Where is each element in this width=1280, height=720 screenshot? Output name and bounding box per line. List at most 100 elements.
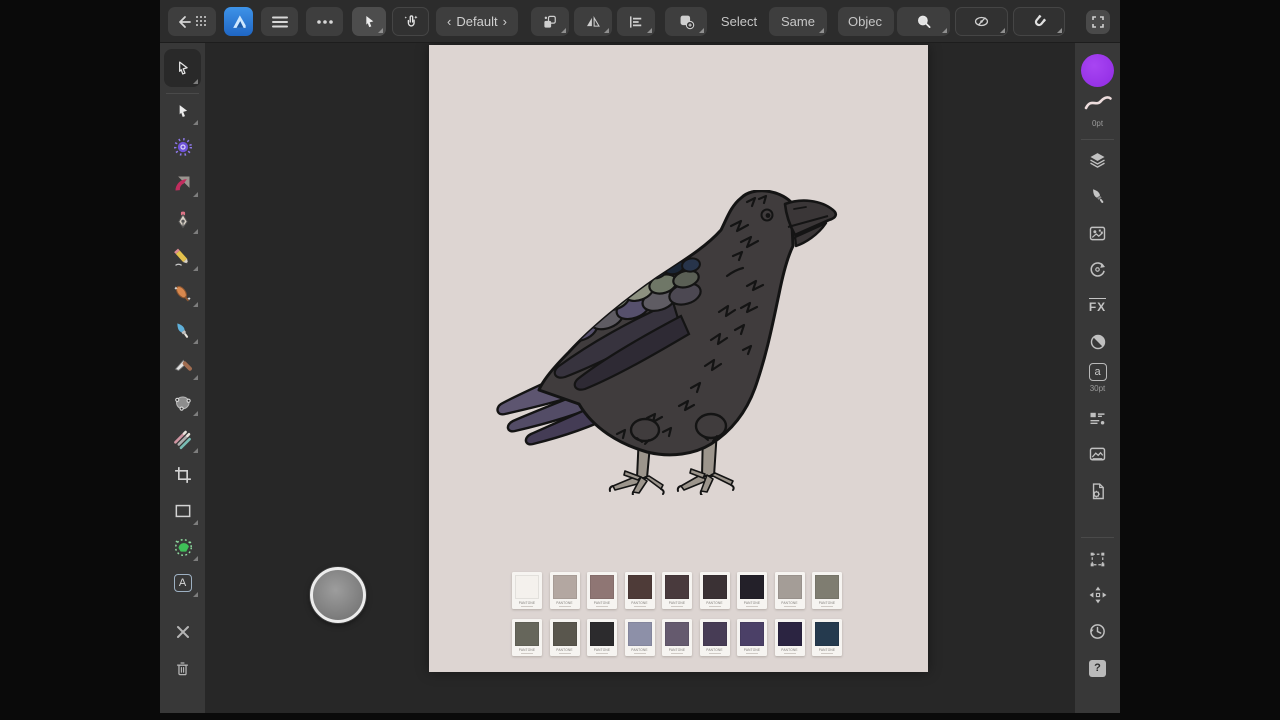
swatch-card-label: PANTONE bbox=[706, 601, 723, 605]
tool-move-selected[interactable] bbox=[164, 49, 201, 87]
pantone-swatch-card[interactable]: PANTONE bbox=[587, 619, 617, 656]
swatch-card-subtext bbox=[671, 606, 683, 608]
pantone-swatch-card[interactable]: PANTONE bbox=[662, 619, 692, 656]
panel-paragraph[interactable] bbox=[1079, 401, 1116, 435]
text-tool-glyph: A bbox=[174, 574, 192, 592]
pantone-swatch-card[interactable]: PANTONE bbox=[662, 572, 692, 609]
move-tool-button[interactable] bbox=[352, 7, 386, 36]
history-clock-icon bbox=[1087, 621, 1108, 642]
panel-brushes[interactable] bbox=[1079, 179, 1116, 213]
tool-paint-brush[interactable] bbox=[164, 313, 201, 347]
panel-transform-sync[interactable] bbox=[1079, 252, 1116, 286]
panel-navigator[interactable] bbox=[1079, 578, 1116, 612]
preset-selector[interactable]: ‹ Default › bbox=[436, 7, 518, 36]
panel-pixel-adjust[interactable] bbox=[1079, 216, 1116, 250]
select-object-button[interactable]: Objec bbox=[838, 7, 894, 36]
view-mode-button[interactable] bbox=[955, 7, 1008, 36]
panel-tone-adjust[interactable] bbox=[1079, 325, 1116, 359]
tool-corner[interactable] bbox=[164, 130, 201, 164]
swatch-card-subtext bbox=[746, 606, 758, 608]
tone-circle-icon bbox=[1088, 332, 1108, 352]
panel-transform[interactable] bbox=[1079, 542, 1116, 576]
panel-document-settings[interactable] bbox=[1079, 474, 1116, 508]
character-a-icon: a bbox=[1089, 363, 1107, 381]
corner-gear-icon bbox=[172, 136, 194, 158]
swatch-color-chip bbox=[515, 575, 539, 599]
flip-horizontal-button[interactable] bbox=[574, 7, 612, 36]
insert-shape-button[interactable] bbox=[665, 7, 707, 36]
tool-pixel-pencils[interactable] bbox=[164, 422, 201, 456]
tool-knife[interactable] bbox=[164, 349, 201, 383]
panel-layers[interactable] bbox=[1079, 143, 1116, 177]
menu-button[interactable] bbox=[261, 7, 298, 36]
stroke-style-button[interactable] bbox=[1079, 91, 1116, 115]
preset-next-icon[interactable]: › bbox=[503, 14, 507, 29]
tool-pen[interactable] bbox=[164, 203, 201, 237]
left-black-bar bbox=[0, 0, 160, 720]
close-tools-button[interactable] bbox=[164, 615, 201, 649]
select-menu[interactable]: Select bbox=[716, 7, 762, 36]
fill-color-well[interactable] bbox=[1079, 51, 1116, 89]
affinity-app-button[interactable] bbox=[224, 7, 253, 36]
quick-menu-circle-button[interactable] bbox=[310, 567, 366, 623]
artboard-canvas[interactable]: PANTONEPANTONEPANTONEPANTONEPANTONEPANTO… bbox=[429, 45, 928, 672]
snapping-button[interactable] bbox=[1013, 7, 1065, 36]
object-label: Objec bbox=[848, 14, 882, 29]
pantone-swatch-card[interactable]: PANTONE bbox=[512, 572, 542, 609]
tool-artistic-text[interactable]: A bbox=[164, 566, 201, 600]
pantone-swatch-card[interactable]: PANTONE bbox=[812, 572, 842, 609]
swatch-card-label: PANTONE bbox=[706, 648, 723, 652]
panel-character[interactable]: a bbox=[1079, 359, 1116, 385]
tool-fill-mesh[interactable] bbox=[164, 385, 201, 419]
back-home-button[interactable] bbox=[168, 7, 216, 36]
swatch-color-chip bbox=[740, 575, 764, 599]
tool-rectangle[interactable] bbox=[164, 494, 201, 528]
duplicate-button[interactable] bbox=[531, 7, 569, 36]
more-options-button[interactable] bbox=[306, 7, 343, 36]
pantone-swatch-card[interactable]: PANTONE bbox=[775, 572, 805, 609]
swatch-card-subtext bbox=[634, 653, 646, 655]
tool-node[interactable] bbox=[164, 94, 201, 128]
tool-crop[interactable] bbox=[164, 458, 201, 492]
pantone-swatch-card[interactable]: PANTONE bbox=[550, 572, 580, 609]
fullscreen-button[interactable] bbox=[1086, 10, 1110, 34]
panel-swatches-media[interactable] bbox=[1079, 437, 1116, 471]
zoom-button[interactable] bbox=[897, 7, 950, 36]
pixel-adjust-icon bbox=[1087, 223, 1108, 244]
swatch-card-label: PANTONE bbox=[744, 601, 761, 605]
align-button[interactable] bbox=[617, 7, 655, 36]
pantone-swatch-card[interactable]: PANTONE bbox=[625, 572, 655, 609]
pantone-swatch-card[interactable]: PANTONE bbox=[550, 619, 580, 656]
help-button[interactable]: ? bbox=[1079, 651, 1116, 685]
magnifier-icon bbox=[915, 13, 933, 31]
touch-gesture-button[interactable] bbox=[392, 7, 429, 36]
close-x-icon bbox=[176, 625, 190, 639]
pantone-swatch-row: PANTONEPANTONEPANTONEPANTONEPANTONEPANTO… bbox=[512, 572, 842, 609]
panel-effects[interactable]: FX bbox=[1079, 289, 1116, 323]
select-same-button[interactable]: Same bbox=[769, 7, 827, 36]
stroke-width-value: 0pt bbox=[1075, 119, 1120, 128]
expand-icon bbox=[1091, 15, 1105, 29]
pantone-swatch-card[interactable]: PANTONE bbox=[737, 572, 767, 609]
tool-pencil[interactable] bbox=[164, 240, 201, 274]
pantone-swatch-card[interactable]: PANTONE bbox=[512, 619, 542, 656]
panel-history[interactable] bbox=[1079, 614, 1116, 648]
raven-artwork[interactable] bbox=[495, 190, 840, 495]
sync-arrows-icon bbox=[1087, 259, 1108, 280]
pantone-swatch-card[interactable]: PANTONE bbox=[812, 619, 842, 656]
pantone-swatch-card[interactable]: PANTONE bbox=[700, 619, 730, 656]
tool-flood-select[interactable] bbox=[164, 530, 201, 564]
font-size-value: 30pt bbox=[1075, 384, 1120, 393]
paragraph-icon bbox=[1087, 408, 1108, 429]
pantone-swatch-card[interactable]: PANTONE bbox=[700, 572, 730, 609]
pantone-swatch-card[interactable]: PANTONE bbox=[775, 619, 805, 656]
tool-vector-brush[interactable] bbox=[164, 276, 201, 310]
pantone-swatch-card[interactable]: PANTONE bbox=[737, 619, 767, 656]
swatch-color-chip bbox=[703, 575, 727, 599]
pantone-swatch-card[interactable]: PANTONE bbox=[587, 572, 617, 609]
preset-prev-icon[interactable]: ‹ bbox=[447, 14, 451, 29]
pantone-swatch-card[interactable]: PANTONE bbox=[625, 619, 655, 656]
delete-button[interactable] bbox=[164, 652, 201, 686]
swatch-card-label: PANTONE bbox=[669, 601, 686, 605]
tool-contour[interactable] bbox=[164, 166, 201, 200]
